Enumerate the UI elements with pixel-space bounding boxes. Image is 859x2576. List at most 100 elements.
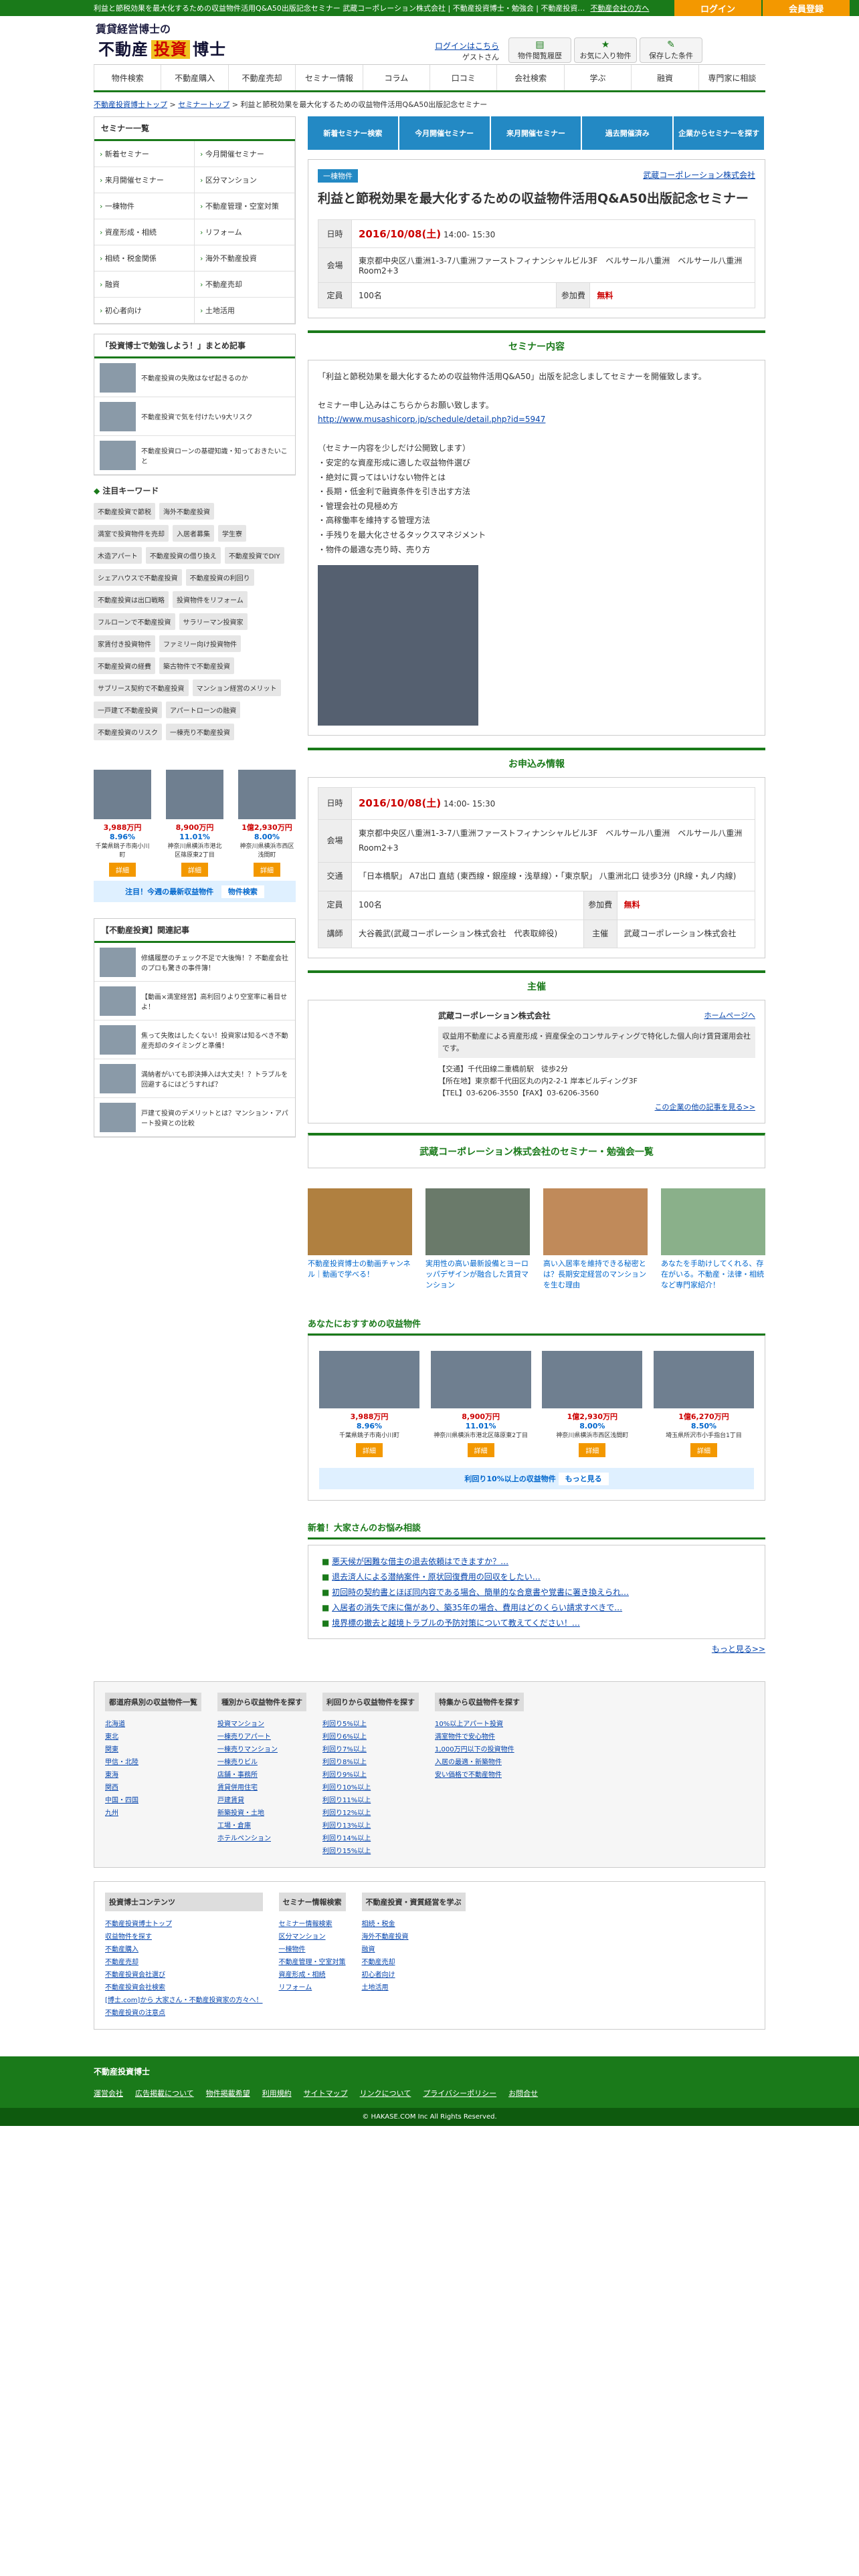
footer-link[interactable]: 利回り8%以上 (322, 1755, 419, 1767)
footer-link[interactable]: 工場・倉庫 (217, 1818, 306, 1831)
footer-link[interactable]: 資産形成・相続 (279, 1967, 346, 1980)
keyword-tag[interactable]: 一戸建て不動産投資 (94, 702, 162, 718)
footer-bottom-link[interactable]: 広告掲載について (135, 2088, 194, 2099)
related-item[interactable]: 修繕履歴のチェック不足で大後悔！？不動産会社のプロも驚きの事件簿！ (94, 943, 295, 982)
keyword-tag[interactable]: 不動産投資の借り換え (145, 547, 221, 564)
footer-bottom-link[interactable]: 運営会社 (94, 2088, 123, 2099)
category-item[interactable]: 相続・税金関係 (94, 245, 195, 272)
property-card[interactable]: 1億2,930万円 8.00% 神奈川県横浜市西区浅間町 詳細 (238, 770, 296, 877)
footer-link[interactable]: 賃貸併用住宅 (217, 1780, 306, 1793)
gnav-item[interactable]: コラム (362, 65, 430, 90)
related-item[interactable]: 【動画×満室経営】高利回りより空室率に着目せよ！ (94, 982, 295, 1021)
footer-link[interactable]: 利回り6%以上 (322, 1729, 419, 1742)
organizer-link[interactable]: 武蔵コーポレーション株式会社 (643, 169, 755, 181)
keyword-tag[interactable]: マンション経営のメリット (192, 679, 281, 696)
application-url[interactable]: http://www.musashicorp.jp/schedule/detai… (318, 415, 545, 424)
footer-link[interactable]: 関東 (105, 1742, 201, 1755)
property-card[interactable]: 1億2,930万円 8.00% 神奈川県横浜市西区浅間町 詳細 (542, 1350, 643, 1457)
footer-link[interactable]: 甲信・北陸 (105, 1755, 201, 1767)
category-item[interactable]: 初心者向け (94, 298, 195, 324)
gnav-item[interactable]: セミナー情報 (295, 65, 362, 90)
footer-link[interactable]: 東北 (105, 1729, 201, 1742)
keyword-tag[interactable]: フルローンで不動産投資 (94, 613, 175, 630)
keyword-tag[interactable]: 不動産投資のリスク (94, 724, 162, 740)
see-more-button[interactable]: もっと見る (558, 1472, 609, 1485)
keyword-tag[interactable]: 不動産投資で節税 (94, 503, 155, 520)
news-link[interactable]: 初回時の契約書とほぼ同内容である場合、簡単的な合意書や覚書に署き換えられ… (332, 1588, 629, 1597)
footer-link[interactable]: 利回り12%以上 (322, 1806, 419, 1818)
topbar-link[interactable]: 不動産会社の方へ (590, 3, 649, 13)
gnav-item[interactable]: 口コミ (430, 65, 496, 90)
login-button[interactable]: ログイン (674, 0, 761, 16)
footer-link[interactable]: 北海道 (105, 1717, 201, 1729)
keyword-tag[interactable]: ファミリー向け投資物件 (159, 635, 241, 652)
footer-link[interactable]: 満室物件で安心物件 (435, 1729, 524, 1742)
detail-button[interactable]: 詳細 (467, 1442, 494, 1457)
property-card[interactable]: 3,988万円 8.96% 千葉県銚子市南小川町 詳細 (94, 770, 151, 877)
promo-banner[interactable]: 高い入居率を維持できる秘密とは？長期安定経営のマンションを生む理由 (543, 1188, 648, 1290)
tab-company[interactable]: 企業からセミナーを探す (674, 116, 764, 150)
related-item[interactable]: 満納者がいても即決挿入は大丈夫！？トラブルを回避するにはどうすれば？ (94, 1059, 295, 1098)
keyword-tag[interactable]: 木造アパート (94, 547, 142, 564)
news-link[interactable]: 退去済人による潜納案件・原状回復費用の回収をしたい… (332, 1572, 541, 1582)
footer-link[interactable]: 利回り9%以上 (322, 1767, 419, 1780)
footer-link[interactable]: 利回り13%以上 (322, 1818, 419, 1831)
gnav-item[interactable]: 学ぶ (563, 65, 631, 90)
promo-banner[interactable]: 実用性の高い最新設備とヨーロッパデザインが融合した賃貸マンション (425, 1188, 530, 1290)
tab-this-month[interactable]: 今月開催セミナー (399, 116, 490, 150)
detail-button[interactable]: 詳細 (181, 863, 208, 877)
tab-next-month[interactable]: 来月開催セミナー (490, 116, 581, 150)
keyword-tag[interactable]: 不動産投資の経費 (94, 657, 155, 674)
footer-link[interactable]: 利回り14%以上 (322, 1831, 419, 1844)
footer-link[interactable]: リフォーム (279, 1980, 346, 1993)
keyword-tag[interactable]: 入居者募集 (173, 525, 214, 542)
footer-link[interactable]: 安い価格で不動産物件 (435, 1767, 524, 1780)
gnav-item[interactable]: 会社検索 (496, 65, 563, 90)
footer-link[interactable]: 不動産投資会社検索 (105, 1980, 263, 1993)
news-link[interactable]: 悪天候が困難な借主の退去依頼はできますか？… (332, 1557, 508, 1566)
seminar-list-heading[interactable]: 武蔵コーポレーション株式会社のセミナー・勉強会一覧 (308, 1132, 765, 1168)
category-item[interactable]: 不動産管理・空室対策 (195, 193, 295, 219)
category-item[interactable]: 一棟物件 (94, 193, 195, 219)
breadcrumb-link[interactable]: セミナートップ (178, 100, 229, 109)
property-card[interactable]: 8,900万円 11.01% 神奈川県横浜市港北区篠原東2丁目 詳細 (430, 1350, 531, 1457)
tab-new[interactable]: 新着セミナー検索 (308, 116, 398, 150)
keyword-tag[interactable]: 投資物件をリフォーム (173, 591, 248, 608)
site-logo[interactable]: 賃貸経営博士の 不動産 投資 博士 (96, 20, 236, 62)
footer-link[interactable]: 不動産投資会社選び (105, 1967, 263, 1980)
gnav-item[interactable]: 不動産購入 (161, 65, 227, 90)
gnav-item[interactable]: 専門家に相談 (698, 65, 765, 90)
footer-bottom-link[interactable]: お問合せ (508, 2088, 538, 2099)
keyword-tag[interactable]: 不動産投資の利回り (185, 569, 254, 586)
footer-link[interactable]: 不動産購入 (105, 1942, 263, 1955)
footer-link[interactable]: 利回り5%以上 (322, 1717, 419, 1729)
category-item[interactable]: リフォーム (195, 219, 295, 245)
category-item[interactable]: 新着セミナー (94, 141, 195, 167)
footer-link[interactable]: 不動産管理・空室対策 (279, 1955, 346, 1967)
footer-link[interactable]: 土地活用 (362, 1980, 466, 1993)
footer-link[interactable]: 区分マンション (279, 1929, 346, 1942)
keyword-tag[interactable]: サブリース契約で不動産投資 (94, 679, 189, 696)
category-item[interactable]: 区分マンション (195, 167, 295, 193)
saved-conditions-button[interactable]: ✎ 保存した条件 (640, 37, 702, 63)
keyword-tag[interactable]: 海外不動産投資 (159, 503, 214, 520)
footer-link[interactable]: 一棟物件 (279, 1942, 346, 1955)
footer-bottom-link[interactable]: 物件掲載希望 (206, 2088, 250, 2099)
gnav-item[interactable]: 不動産売却 (227, 65, 295, 90)
footer-link[interactable]: 海外不動産投資 (362, 1929, 466, 1942)
footer-link[interactable]: 融資 (362, 1942, 466, 1955)
more-articles-link[interactable]: この企業の他の記事を見る>> (655, 1103, 755, 1111)
footer-link[interactable]: 新築投資・土地 (217, 1806, 306, 1818)
footer-link[interactable]: 関西 (105, 1780, 201, 1793)
footer-link[interactable]: 一棟売りビル (217, 1755, 306, 1767)
keyword-tag[interactable]: 満室で投資物件を売却 (94, 525, 169, 542)
footer-link[interactable]: 収益物件を探す (105, 1929, 263, 1942)
related-item[interactable]: 焦って失敗はしたくない！投資家は知るべき不動産売却のタイミングと準備！ (94, 1021, 295, 1059)
article-item[interactable]: 不動産投資の失敗はなぜ起きるのか (94, 358, 295, 397)
footer-link[interactable]: 利回り11%以上 (322, 1793, 419, 1806)
favorites-button[interactable]: ★ お気に入り物件 (574, 37, 637, 63)
keyword-tag[interactable]: 学生寮 (218, 525, 246, 542)
keyword-tag[interactable]: 築古物件で不動産投資 (159, 657, 234, 674)
detail-button[interactable]: 詳細 (254, 863, 280, 877)
footer-link[interactable]: 不動産売却 (105, 1955, 263, 1967)
